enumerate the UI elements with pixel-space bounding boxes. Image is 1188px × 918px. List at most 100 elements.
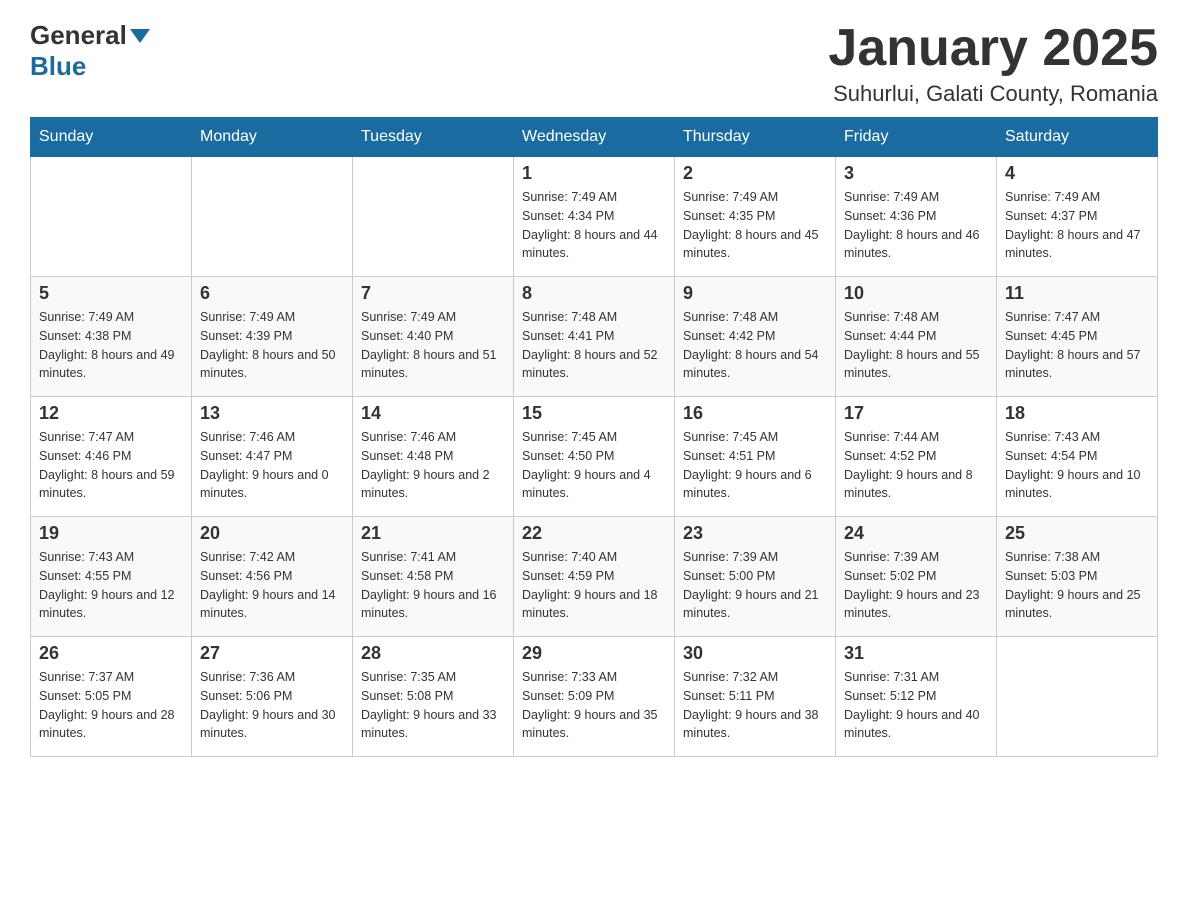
calendar-cell: 28 Sunrise: 7:35 AM Sunset: 5:08 PM Dayli…	[353, 637, 514, 757]
calendar-cell: 21Sunrise: 7:41 AM Sunset: 4:58 PM Dayli…	[353, 517, 514, 637]
calendar-week-row: 1 Sunrise: 7:49 AM Sunset: 4:34 PM Daylig…	[31, 157, 1158, 277]
calendar-cell: 22Sunrise: 7:40 AM Sunset: 4:59 PM Dayli…	[514, 517, 675, 637]
calendar-cell: 29 Sunrise: 7:33 AM Sunset: 5:09 PM Dayli…	[514, 637, 675, 757]
calendar-cell: 25 Sunrise: 7:38 AM Sunset: 5:03 PM Dayli…	[997, 517, 1158, 637]
header-day-sunday: Sunday	[31, 118, 192, 157]
calendar-cell: 10 Sunrise: 7:48 AM Sunset: 4:44 PM Dayli…	[836, 277, 997, 397]
calendar-cell: 7 Sunrise: 7:49 AM Sunset: 4:40 PM Daylig…	[353, 277, 514, 397]
day-info: Sunrise: 7:38 AM Sunset: 5:03 PM Dayligh…	[1005, 548, 1149, 623]
calendar-cell: 24Sunrise: 7:39 AM Sunset: 5:02 PM Dayli…	[836, 517, 997, 637]
day-info: Sunrise: 7:43 AM Sunset: 4:55 PM Dayligh…	[39, 548, 183, 623]
day-info: Sunrise: 7:49 AM Sunset: 4:38 PM Dayligh…	[39, 308, 183, 383]
day-number: 29	[522, 643, 666, 664]
calendar-week-row: 12 Sunrise: 7:47 AM Sunset: 4:46 PM Dayli…	[31, 397, 1158, 517]
day-info: Sunrise: 7:49 AM Sunset: 4:35 PM Dayligh…	[683, 188, 827, 263]
day-info: Sunrise: 7:42 AM Sunset: 4:56 PM Dayligh…	[200, 548, 344, 623]
calendar-cell: 27Sunrise: 7:36 AM Sunset: 5:06 PM Dayli…	[192, 637, 353, 757]
header-day-tuesday: Tuesday	[353, 118, 514, 157]
day-number: 18	[1005, 403, 1149, 424]
logo: General General Blue	[30, 20, 153, 82]
day-number: 2	[683, 163, 827, 184]
day-number: 17	[844, 403, 988, 424]
header-day-wednesday: Wednesday	[514, 118, 675, 157]
day-info: Sunrise: 7:49 AM Sunset: 4:40 PM Dayligh…	[361, 308, 505, 383]
calendar-cell: 9 Sunrise: 7:48 AM Sunset: 4:42 PM Daylig…	[675, 277, 836, 397]
day-info: Sunrise: 7:41 AM Sunset: 4:58 PM Dayligh…	[361, 548, 505, 623]
header-day-thursday: Thursday	[675, 118, 836, 157]
day-number: 8	[522, 283, 666, 304]
logo-general-text2: General	[30, 20, 127, 51]
calendar-header-row: SundayMondayTuesdayWednesdayThursdayFrid…	[31, 118, 1158, 157]
day-info: Sunrise: 7:37 AM Sunset: 5:05 PM Dayligh…	[39, 668, 183, 743]
day-info: Sunrise: 7:35 AM Sunset: 5:08 PM Dayligh…	[361, 668, 505, 743]
calendar-cell: 18 Sunrise: 7:43 AM Sunset: 4:54 PM Dayli…	[997, 397, 1158, 517]
calendar-cell: 5 Sunrise: 7:49 AM Sunset: 4:38 PM Daylig…	[31, 277, 192, 397]
location-subtitle: Suhurlui, Galati County, Romania	[828, 81, 1158, 107]
calendar-week-row: 19 Sunrise: 7:43 AM Sunset: 4:55 PM Dayli…	[31, 517, 1158, 637]
day-info: Sunrise: 7:47 AM Sunset: 4:45 PM Dayligh…	[1005, 308, 1149, 383]
day-number: 23	[683, 523, 827, 544]
day-info: Sunrise: 7:49 AM Sunset: 4:34 PM Dayligh…	[522, 188, 666, 263]
day-number: 12	[39, 403, 183, 424]
day-info: Sunrise: 7:48 AM Sunset: 4:42 PM Dayligh…	[683, 308, 827, 383]
calendar-cell: 31 Sunrise: 7:31 AM Sunset: 5:12 PM Dayli…	[836, 637, 997, 757]
calendar-cell: 15Sunrise: 7:45 AM Sunset: 4:50 PM Dayli…	[514, 397, 675, 517]
day-number: 31	[844, 643, 988, 664]
calendar-cell: 1 Sunrise: 7:49 AM Sunset: 4:34 PM Daylig…	[514, 157, 675, 277]
day-info: Sunrise: 7:46 AM Sunset: 4:47 PM Dayligh…	[200, 428, 344, 503]
day-info: Sunrise: 7:36 AM Sunset: 5:06 PM Dayligh…	[200, 668, 344, 743]
header-day-friday: Friday	[836, 118, 997, 157]
day-info: Sunrise: 7:32 AM Sunset: 5:11 PM Dayligh…	[683, 668, 827, 743]
calendar-cell: 16Sunrise: 7:45 AM Sunset: 4:51 PM Dayli…	[675, 397, 836, 517]
logo-triangle-icon	[130, 29, 150, 43]
day-info: Sunrise: 7:48 AM Sunset: 4:44 PM Dayligh…	[844, 308, 988, 383]
day-info: Sunrise: 7:33 AM Sunset: 5:09 PM Dayligh…	[522, 668, 666, 743]
calendar-cell	[31, 157, 192, 277]
day-number: 16	[683, 403, 827, 424]
calendar-cell: 2 Sunrise: 7:49 AM Sunset: 4:35 PM Daylig…	[675, 157, 836, 277]
calendar-cell: 8 Sunrise: 7:48 AM Sunset: 4:41 PM Daylig…	[514, 277, 675, 397]
calendar-cell: 11 Sunrise: 7:47 AM Sunset: 4:45 PM Dayli…	[997, 277, 1158, 397]
day-number: 30	[683, 643, 827, 664]
day-number: 14	[361, 403, 505, 424]
day-number: 26	[39, 643, 183, 664]
day-number: 4	[1005, 163, 1149, 184]
header: General General Blue January 2025 Suhurl…	[30, 20, 1158, 107]
day-number: 5	[39, 283, 183, 304]
month-title: January 2025	[828, 20, 1158, 77]
day-info: Sunrise: 7:49 AM Sunset: 4:36 PM Dayligh…	[844, 188, 988, 263]
day-info: Sunrise: 7:49 AM Sunset: 4:39 PM Dayligh…	[200, 308, 344, 383]
calendar-cell: 3 Sunrise: 7:49 AM Sunset: 4:36 PM Daylig…	[836, 157, 997, 277]
calendar-week-row: 26 Sunrise: 7:37 AM Sunset: 5:05 PM Dayli…	[31, 637, 1158, 757]
day-number: 1	[522, 163, 666, 184]
day-info: Sunrise: 7:43 AM Sunset: 4:54 PM Dayligh…	[1005, 428, 1149, 503]
header-day-saturday: Saturday	[997, 118, 1158, 157]
day-info: Sunrise: 7:48 AM Sunset: 4:41 PM Dayligh…	[522, 308, 666, 383]
day-number: 6	[200, 283, 344, 304]
day-info: Sunrise: 7:47 AM Sunset: 4:46 PM Dayligh…	[39, 428, 183, 503]
logo-blue-text: Blue	[30, 51, 86, 81]
day-number: 25	[1005, 523, 1149, 544]
day-number: 20	[200, 523, 344, 544]
calendar-cell: 13 Sunrise: 7:46 AM Sunset: 4:47 PM Dayli…	[192, 397, 353, 517]
day-number: 3	[844, 163, 988, 184]
day-info: Sunrise: 7:44 AM Sunset: 4:52 PM Dayligh…	[844, 428, 988, 503]
calendar-cell	[997, 637, 1158, 757]
day-info: Sunrise: 7:45 AM Sunset: 4:50 PM Dayligh…	[522, 428, 666, 503]
day-info: Sunrise: 7:31 AM Sunset: 5:12 PM Dayligh…	[844, 668, 988, 743]
day-number: 19	[39, 523, 183, 544]
calendar-cell: 26 Sunrise: 7:37 AM Sunset: 5:05 PM Dayli…	[31, 637, 192, 757]
day-number: 9	[683, 283, 827, 304]
day-number: 10	[844, 283, 988, 304]
title-area: January 2025 Suhurlui, Galati County, Ro…	[828, 20, 1158, 107]
header-day-monday: Monday	[192, 118, 353, 157]
day-number: 13	[200, 403, 344, 424]
day-number: 7	[361, 283, 505, 304]
calendar-cell: 12 Sunrise: 7:47 AM Sunset: 4:46 PM Dayli…	[31, 397, 192, 517]
calendar-cell	[192, 157, 353, 277]
calendar-cell: 19 Sunrise: 7:43 AM Sunset: 4:55 PM Dayli…	[31, 517, 192, 637]
day-number: 28	[361, 643, 505, 664]
day-number: 11	[1005, 283, 1149, 304]
day-info: Sunrise: 7:46 AM Sunset: 4:48 PM Dayligh…	[361, 428, 505, 503]
calendar-cell: 17 Sunrise: 7:44 AM Sunset: 4:52 PM Dayli…	[836, 397, 997, 517]
